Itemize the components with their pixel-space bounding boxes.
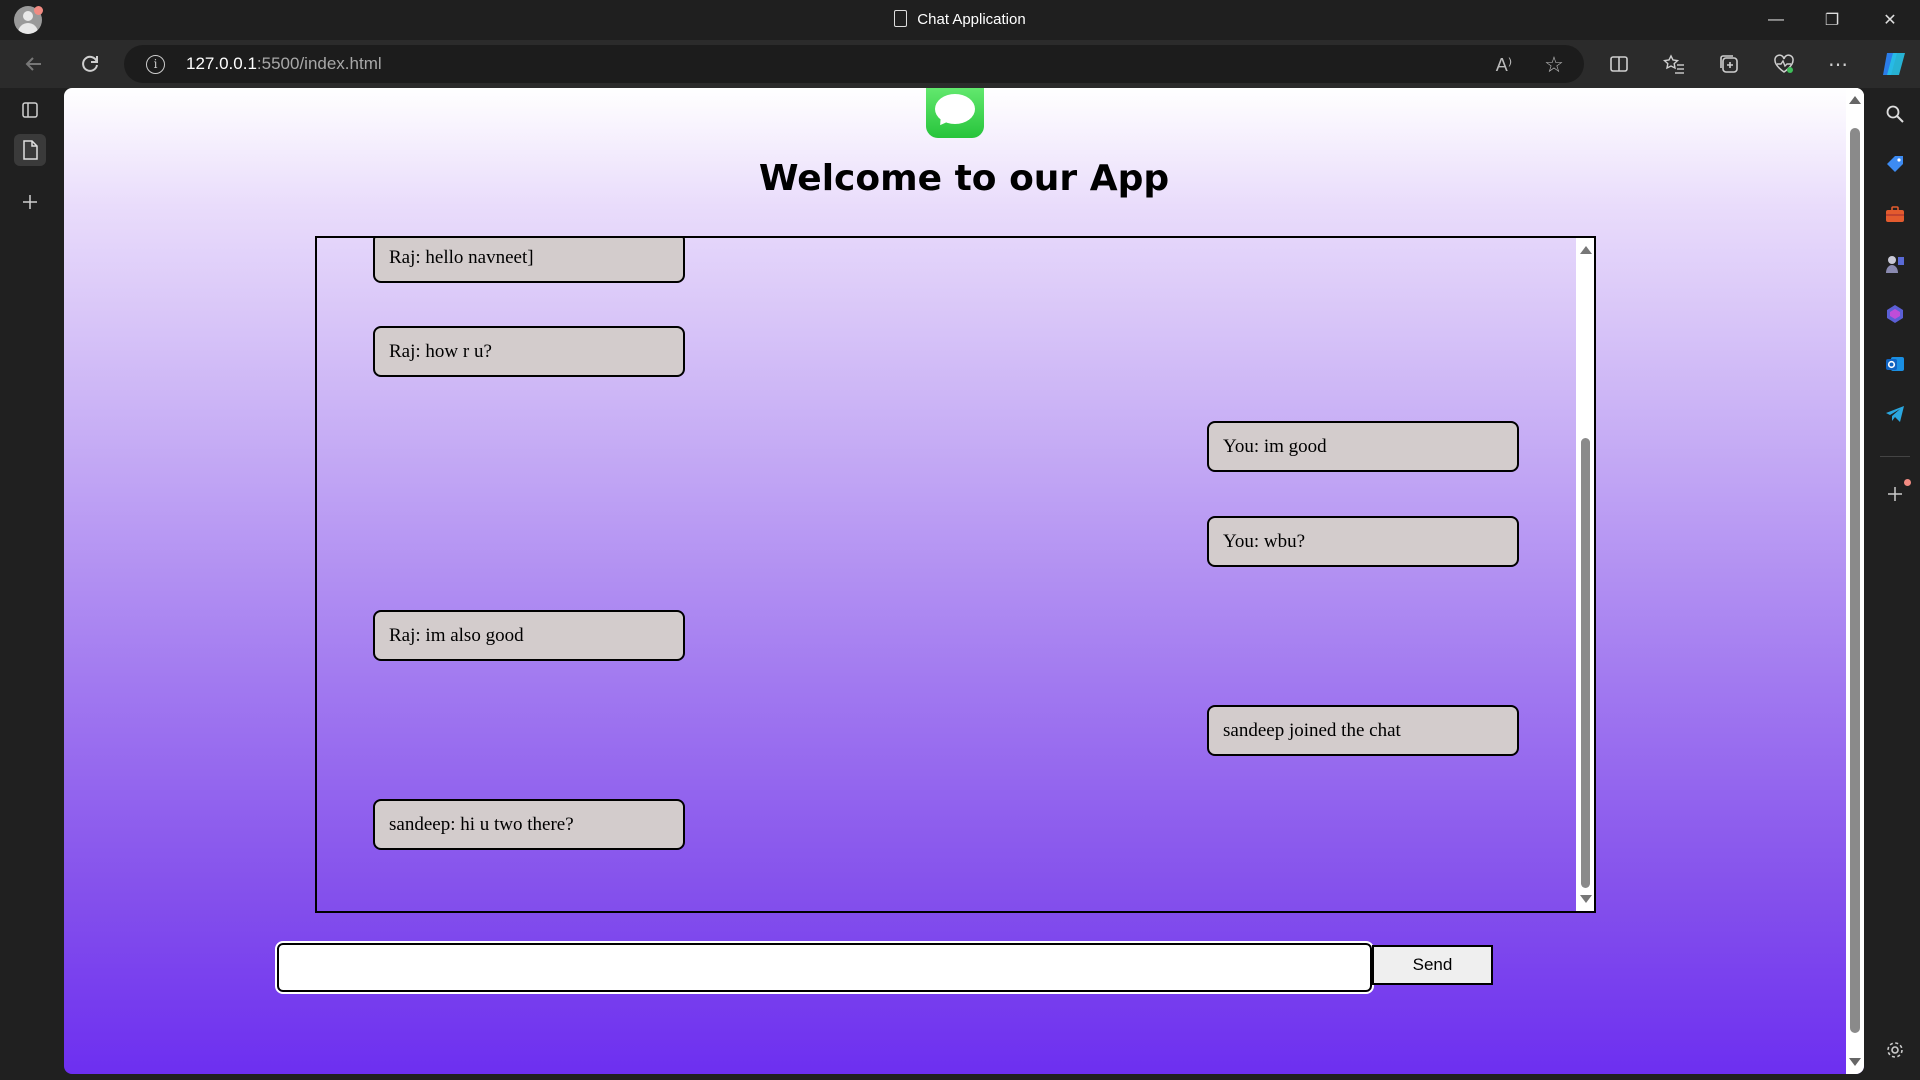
window-title: Chat Application (0, 10, 1920, 28)
copilot-icon[interactable] (1878, 48, 1910, 80)
page-scroll-down-arrow-icon[interactable] (1849, 1058, 1861, 1066)
add-icon[interactable] (1883, 482, 1907, 506)
scroll-down-arrow-icon[interactable] (1580, 895, 1592, 903)
split-screen-icon[interactable] (1605, 50, 1633, 78)
search-icon[interactable] (1883, 102, 1907, 126)
title-bar: Chat Application — ❐ ✕ (0, 0, 1920, 40)
chat-scrollbar[interactable] (1576, 238, 1594, 911)
address-bar[interactable]: i 127.0.0.1:5500/index.html A⁾ ☆ (124, 45, 1584, 83)
url-text[interactable]: 127.0.0.1:5500/index.html (186, 54, 382, 74)
more-icon[interactable]: ⋯ (1824, 50, 1852, 78)
settings-icon[interactable] (1883, 1038, 1907, 1062)
favorites-icon[interactable] (1660, 50, 1688, 78)
refresh-icon[interactable] (76, 50, 104, 78)
chat-message: Raj: hello navneet] (373, 238, 685, 283)
restore-button[interactable]: ❐ (1804, 0, 1860, 40)
url-path: :5500/index.html (256, 54, 382, 73)
chat-messages-container[interactable]: Raj: hello navneet] Raj: how r u? You: i… (315, 236, 1596, 913)
tab-actions-icon[interactable] (14, 94, 46, 126)
chat-scrollbar-thumb[interactable] (1581, 438, 1590, 888)
chat-message: You: im good (1207, 421, 1519, 472)
games-icon[interactable] (1883, 252, 1907, 276)
page-scroll-up-arrow-icon[interactable] (1849, 96, 1861, 104)
page-scrollbar-thumb[interactable] (1850, 128, 1860, 1033)
chat-message: You: wbu? (1207, 516, 1519, 567)
url-host: 127.0.0.1 (186, 54, 257, 73)
tools-icon[interactable] (1883, 202, 1907, 226)
send-button[interactable]: Send (1372, 945, 1493, 985)
shopping-icon[interactable] (1883, 152, 1907, 176)
page-document-icon (894, 10, 908, 27)
window-title-text: Chat Application (917, 11, 1026, 28)
page-viewport: Welcome to our App Raj: hello navneet] R… (64, 88, 1864, 1074)
sidebar-notification-dot (1904, 479, 1911, 486)
edge-sidebar (1870, 88, 1920, 1080)
site-info-icon[interactable]: i (146, 55, 165, 74)
messages-app-icon (926, 88, 984, 138)
vertical-tab-strip (0, 88, 64, 1080)
close-button[interactable]: ✕ (1862, 0, 1918, 40)
microsoft-365-icon[interactable] (1883, 302, 1907, 326)
chat-message: Raj: how r u? (373, 326, 685, 377)
browser-essentials-icon[interactable] (1770, 50, 1798, 78)
page-scrollbar[interactable] (1846, 88, 1864, 1074)
back-icon[interactable] (20, 50, 48, 78)
collections-icon[interactable] (1715, 50, 1743, 78)
sidebar-divider (1880, 456, 1910, 457)
read-aloud-icon[interactable]: A⁾ (1492, 53, 1516, 77)
message-input[interactable] (275, 941, 1374, 994)
new-tab-icon[interactable] (14, 186, 46, 218)
chat-message: sandeep joined the chat (1207, 705, 1519, 756)
favorite-star-icon[interactable]: ☆ (1542, 52, 1566, 77)
telegram-icon[interactable] (1883, 402, 1907, 426)
tab-chat-application[interactable] (14, 134, 46, 166)
chat-message: Raj: im also good (373, 610, 685, 661)
page-title: Welcome to our App (758, 158, 1170, 199)
scroll-up-arrow-icon[interactable] (1580, 246, 1592, 254)
outlook-icon[interactable] (1883, 352, 1907, 376)
browser-toolbar: i 127.0.0.1:5500/index.html A⁾ ☆ ⋯ (0, 40, 1920, 88)
chat-message: sandeep: hi u two there? (373, 799, 685, 850)
minimize-button[interactable]: — (1748, 0, 1804, 40)
